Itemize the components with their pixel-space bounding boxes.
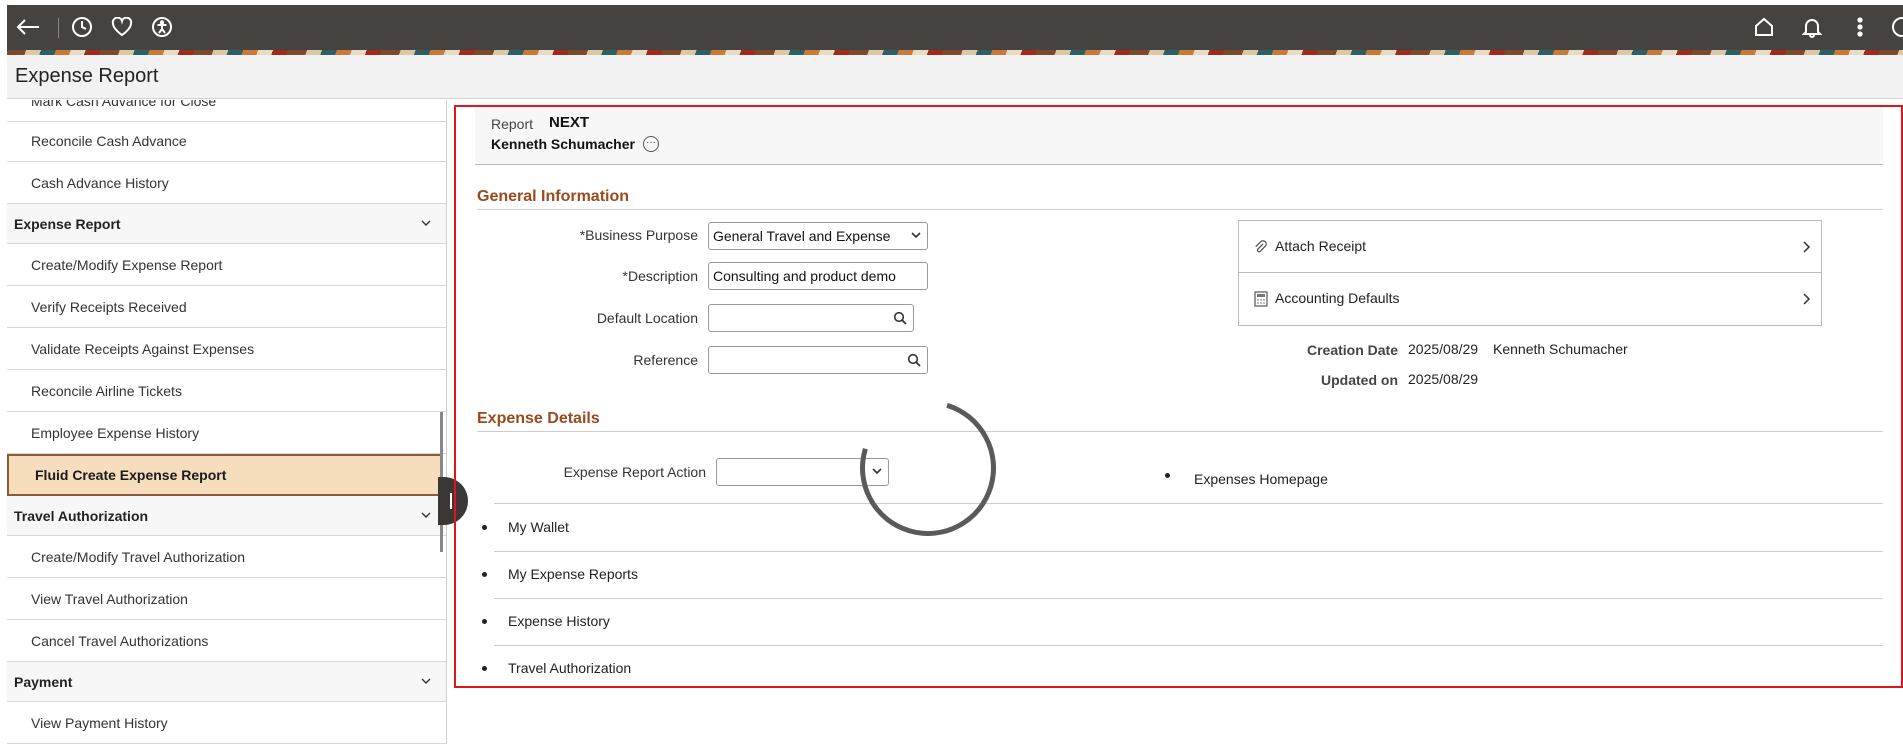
chevron-down-icon xyxy=(911,232,921,239)
travel-authorization-link[interactable]: Travel Authorization xyxy=(508,660,631,676)
accounting-defaults-label: Accounting Defaults xyxy=(1275,290,1400,306)
travel-authorization-row[interactable]: Travel Authorization xyxy=(482,646,1883,693)
creation-date-value: 2025/08/29 xyxy=(1408,341,1479,357)
general-information-heading: General Information xyxy=(477,188,1883,210)
chevron-right-icon xyxy=(1803,293,1811,305)
expense-history-row[interactable]: Expense History xyxy=(482,599,1883,646)
bullet-dot xyxy=(482,525,487,530)
bullet-dot xyxy=(482,619,487,624)
page-title-bar: Expense Report xyxy=(7,55,1903,99)
description-label: *Description xyxy=(622,268,698,284)
nav-group-label: Payment xyxy=(14,673,73,690)
bullet-dot xyxy=(482,572,487,577)
description-input[interactable]: Consulting and product demo xyxy=(708,262,928,290)
nav-item-reconcile-airline-tickets[interactable]: Reconcile Airline Tickets xyxy=(7,370,446,412)
my-wallet-row[interactable]: My Wallet xyxy=(482,505,1883,552)
creation-date-label: Creation Date xyxy=(1306,342,1398,358)
chevron-right-icon xyxy=(1803,241,1811,253)
accessibility-icon[interactable] xyxy=(147,12,177,42)
report-header: Report NEXT Kenneth Schumacher ··· xyxy=(475,107,1883,165)
attach-receipt-label: Attach Receipt xyxy=(1275,238,1367,254)
navbar-icon[interactable] xyxy=(1887,12,1903,42)
chevron-down-icon xyxy=(421,512,431,518)
bullet-dot xyxy=(482,666,487,671)
description-value: Consulting and product demo xyxy=(713,268,896,284)
nav-group-expense-report[interactable]: Expense Report xyxy=(7,204,446,244)
home-icon[interactable] xyxy=(1749,12,1779,42)
updated-on-label: Updated on xyxy=(1321,372,1398,388)
nav-item-view-payment-history[interactable]: View Payment History xyxy=(7,702,446,744)
attach-receipt-link[interactable]: Attach Receipt xyxy=(1239,221,1821,273)
calculator-icon xyxy=(1254,291,1268,307)
history-icon[interactable] xyxy=(67,12,97,42)
employee-name: Kenneth Schumacher xyxy=(491,136,635,152)
paperclip-icon xyxy=(1255,240,1267,253)
top-banner xyxy=(7,5,1903,50)
reference-label: Reference xyxy=(633,352,698,368)
back-arrow-icon[interactable] xyxy=(13,12,43,42)
nav-item-create-modify-expense-report[interactable]: Create/Modify Expense Report xyxy=(7,244,446,286)
expenses-homepage-link[interactable]: Expenses Homepage xyxy=(1194,471,1328,487)
search-icon[interactable] xyxy=(907,353,921,367)
default-location-input[interactable] xyxy=(708,304,914,332)
toolbar-divider xyxy=(58,18,59,38)
nav-group-label: Travel Authorization xyxy=(14,507,149,524)
business-purpose-value: General Travel and Expense xyxy=(713,228,891,244)
nav-item-mark-cash-advance[interactable]: Mark Cash Advance for Close xyxy=(7,100,446,122)
expense-history-link[interactable]: Expense History xyxy=(508,613,610,629)
report-label: Report xyxy=(491,116,534,132)
nav-item-create-modify-travel-authorization[interactable]: Create/Modify Travel Authorization xyxy=(7,536,446,578)
left-navigation-panel: Mark Cash Advance for Close Reconcile Ca… xyxy=(7,100,447,744)
reference-input[interactable] xyxy=(708,346,928,374)
more-vertical-icon[interactable] xyxy=(1845,12,1875,42)
notification-bell-icon[interactable] xyxy=(1797,12,1827,42)
my-expense-reports-link[interactable]: My Expense Reports xyxy=(508,566,638,582)
business-purpose-select[interactable]: General Travel and Expense xyxy=(708,222,928,250)
nav-item-employee-expense-history[interactable]: Employee Expense History xyxy=(7,412,446,454)
nav-item-cash-advance-history[interactable]: Cash Advance History xyxy=(7,162,446,204)
nav-group-label: Expense Report xyxy=(14,215,121,232)
creation-user: Kenneth Schumacher xyxy=(1493,341,1628,357)
nav-item-reconcile-cash-advance[interactable]: Reconcile Cash Advance xyxy=(7,120,446,162)
bullet-dot xyxy=(1165,473,1170,478)
expense-details-heading: Expense Details xyxy=(477,410,1883,432)
nav-group-travel-authorization[interactable]: Travel Authorization xyxy=(7,496,446,536)
related-actions-icon[interactable]: ··· xyxy=(643,136,659,152)
nav-item-view-travel-authorization[interactable]: View Travel Authorization xyxy=(7,578,446,620)
expense-report-action-label: Expense Report Action xyxy=(563,464,706,480)
updated-on-value: 2025/08/29 xyxy=(1408,371,1479,387)
nav-item-cancel-travel-authorizations[interactable]: Cancel Travel Authorizations xyxy=(7,620,446,662)
nav-group-payment[interactable]: Payment xyxy=(7,662,446,702)
my-expense-reports-row[interactable]: My Expense Reports xyxy=(482,552,1883,599)
chevron-down-icon xyxy=(421,678,431,684)
default-location-label: Default Location xyxy=(596,310,698,326)
divider xyxy=(494,503,1883,504)
my-wallet-link[interactable]: My Wallet xyxy=(508,519,569,535)
nav-item-verify-receipts[interactable]: Verify Receipts Received xyxy=(7,286,446,328)
chevron-down-icon xyxy=(421,220,431,226)
related-links-box: Attach Receipt Accounting Defaults xyxy=(1238,220,1822,326)
business-purpose-label: *Business Purpose xyxy=(579,227,698,243)
page-title: Expense Report xyxy=(15,65,159,87)
search-icon[interactable] xyxy=(893,311,907,325)
accounting-defaults-link[interactable]: Accounting Defaults xyxy=(1239,273,1821,325)
nav-item-validate-receipts[interactable]: Validate Receipts Against Expenses xyxy=(7,328,446,370)
report-id: NEXT xyxy=(549,114,590,131)
nav-item-fluid-create-expense-report[interactable]: Fluid Create Expense Report xyxy=(7,454,443,496)
favorites-heart-icon[interactable] xyxy=(107,12,137,42)
